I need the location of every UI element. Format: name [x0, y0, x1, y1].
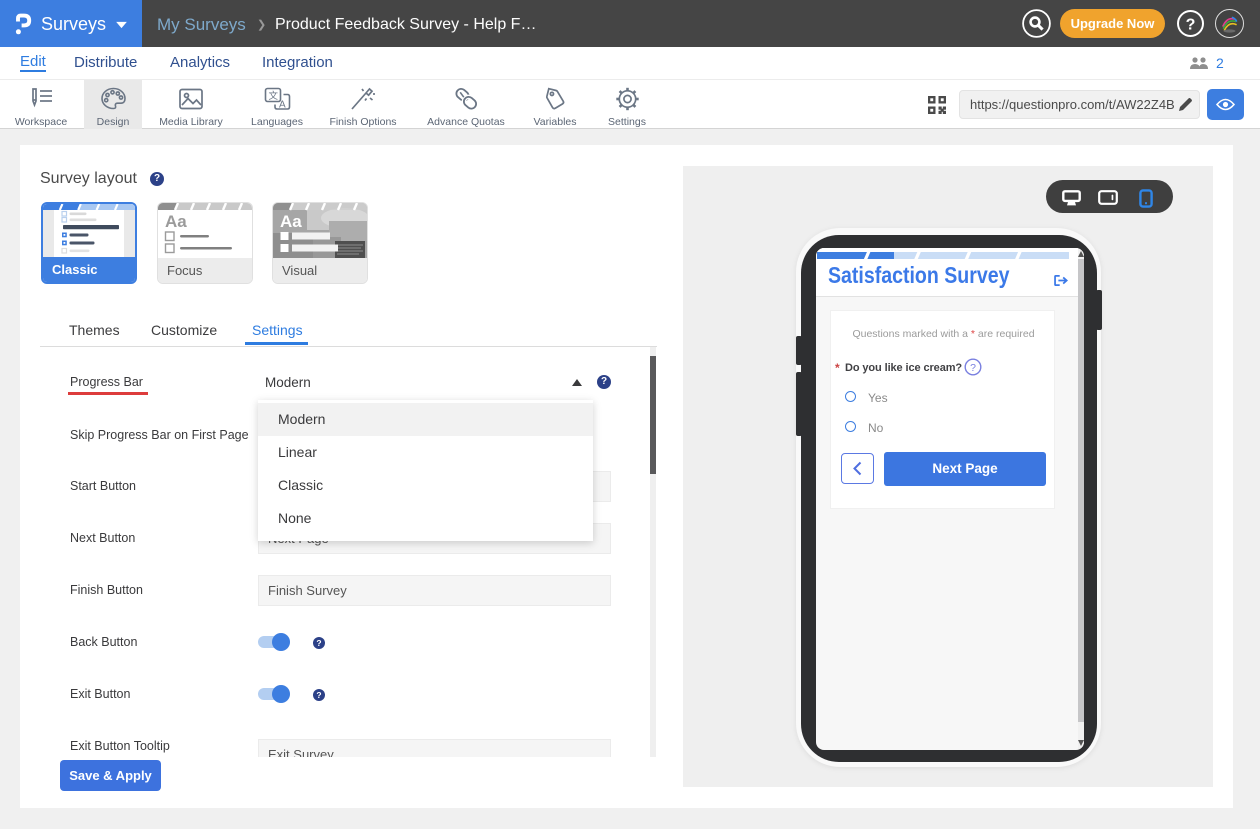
svg-text:A: A [279, 100, 286, 111]
svg-text:?: ? [970, 362, 976, 374]
svg-text:文: 文 [268, 90, 278, 102]
svg-text:?: ? [1186, 17, 1196, 34]
svg-text:Aa: Aa [165, 212, 187, 231]
svg-text:Aa: Aa [280, 212, 302, 231]
